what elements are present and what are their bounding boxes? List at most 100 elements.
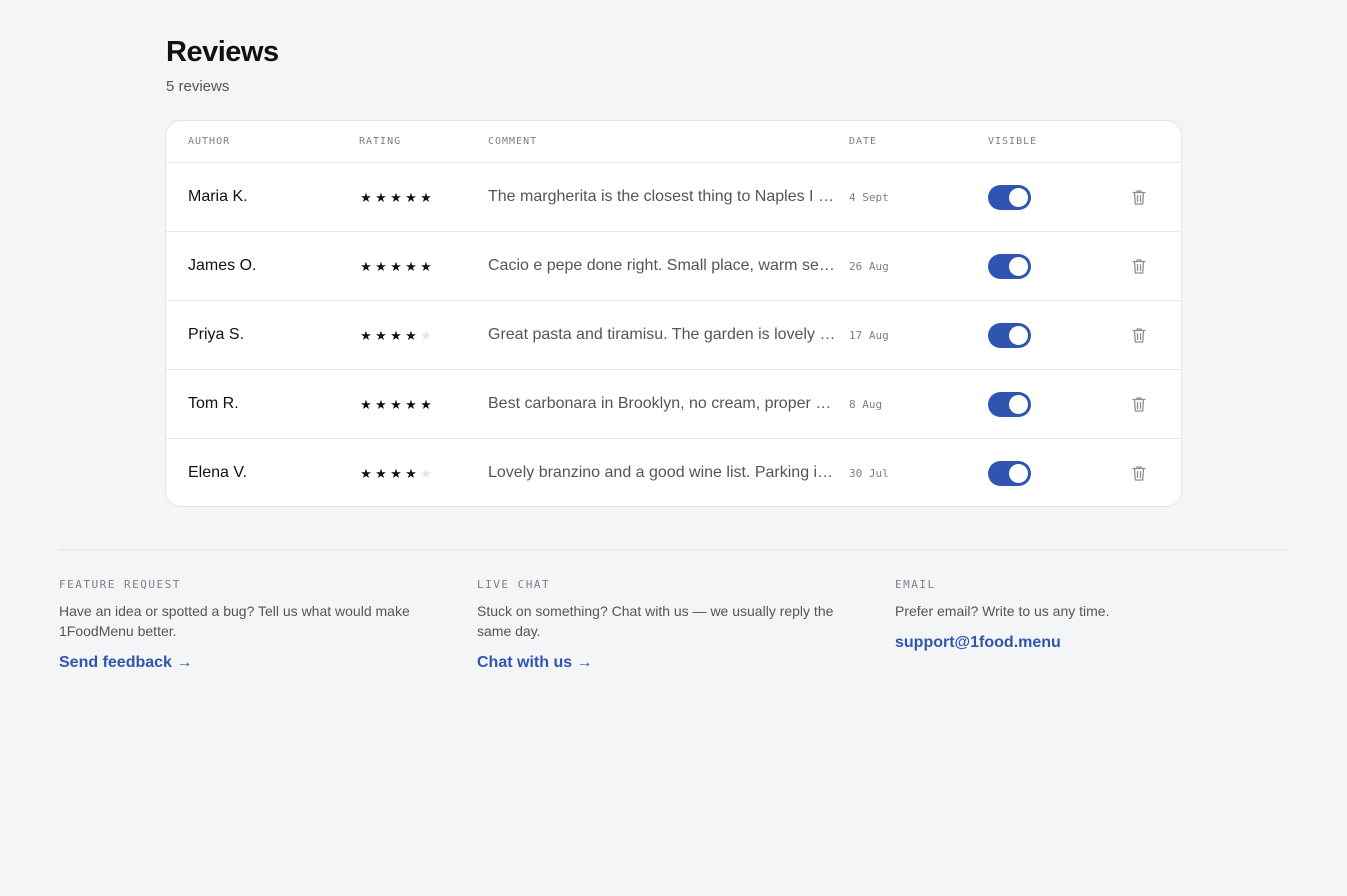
review-comment: Lovely branzino and a good wine list. Pa… bbox=[488, 439, 836, 506]
review-comment: Cacio e pepe done right. Small place, wa… bbox=[488, 232, 836, 300]
visibility-toggle[interactable] bbox=[988, 460, 1031, 486]
review-count: 5 reviews bbox=[166, 78, 230, 95]
review-author: Priya S. bbox=[188, 326, 245, 343]
visibility-toggle[interactable] bbox=[988, 253, 1031, 279]
star-icon: ★ bbox=[390, 258, 402, 274]
review-comment: Best carbonara in Brooklyn, no cream, pr… bbox=[488, 370, 836, 438]
support-email-link[interactable]: support@1food.menu bbox=[895, 634, 1061, 652]
review-comment-text: Best carbonara in Brooklyn, no cream, pr… bbox=[488, 395, 836, 412]
page-header: Reviews 5 reviews bbox=[166, 34, 279, 95]
star-icon: ★ bbox=[375, 189, 387, 205]
star-rating: ★ ★ ★ ★ ★ bbox=[359, 163, 433, 231]
column-author: AUTHOR bbox=[188, 136, 231, 147]
column-date: DATE bbox=[849, 136, 878, 147]
review-comment-text: The margherita is the closest thing to N… bbox=[488, 188, 834, 205]
page-title: Reviews bbox=[166, 36, 279, 68]
reviews-table: AUTHOR RATING COMMENT DATE VISIBLE Maria… bbox=[165, 120, 1182, 507]
star-icon: ★ bbox=[360, 396, 372, 412]
star-icon: ★ bbox=[360, 189, 372, 205]
live-chat-description: Stuck on something? Chat with us — we us… bbox=[477, 603, 834, 639]
column-visible: VISIBLE bbox=[988, 136, 1038, 147]
toggle-knob bbox=[1009, 394, 1028, 414]
review-date: 17 Aug bbox=[849, 328, 889, 342]
column-rating: RATING bbox=[359, 136, 402, 147]
toggle-knob bbox=[1009, 256, 1028, 276]
table-row: Elena V. ★ ★ ★ ★ ★ Lovely branzino and a good … bbox=[166, 439, 1181, 506]
visibility-toggle-cell bbox=[988, 163, 1031, 231]
star-icon: ★ bbox=[420, 396, 432, 412]
review-author: Elena V. bbox=[188, 464, 248, 481]
star-icon: ★ bbox=[375, 396, 387, 412]
visibility-toggle-cell bbox=[988, 232, 1031, 300]
review-date: 30 Jul bbox=[849, 466, 889, 480]
delete-button[interactable] bbox=[1131, 163, 1147, 231]
email-description: Prefer email? Write to us any time. bbox=[895, 603, 1110, 619]
table-row: Maria K. ★ ★ ★ ★ ★ The margherita is the close… bbox=[166, 163, 1181, 232]
toggle-knob bbox=[1009, 187, 1028, 207]
star-icon: ★ bbox=[390, 465, 402, 481]
review-date: 4 Sept bbox=[849, 190, 889, 204]
star-icon: ★ bbox=[360, 465, 372, 481]
delete-button[interactable] bbox=[1131, 301, 1147, 369]
review-comment: Great pasta and tiramisu. The garden is … bbox=[488, 301, 836, 369]
star-icon: ★ bbox=[360, 327, 372, 343]
live-chat-section: LIVE CHAT Stuck on something? Chat with … bbox=[477, 578, 857, 672]
delete-button[interactable] bbox=[1131, 232, 1147, 300]
send-feedback-link[interactable]: Send feedback → bbox=[59, 654, 192, 672]
review-comment-text: Lovely branzino and a good wine list. Pa… bbox=[488, 464, 836, 481]
trash-icon bbox=[1132, 189, 1146, 205]
visibility-toggle[interactable] bbox=[988, 184, 1031, 210]
visibility-toggle-cell bbox=[988, 370, 1031, 438]
visibility-toggle[interactable] bbox=[988, 322, 1031, 348]
review-comment-text: Great pasta and tiramisu. The garden is … bbox=[488, 326, 836, 343]
visibility-toggle-cell bbox=[988, 439, 1031, 506]
star-icon: ★ bbox=[390, 189, 402, 205]
feature-request-label: FEATURE REQUEST bbox=[59, 578, 181, 591]
star-icon: ★ bbox=[405, 396, 417, 412]
column-comment: COMMENT bbox=[488, 136, 538, 147]
chat-with-us-link[interactable]: Chat with us → bbox=[477, 654, 593, 672]
star-icon: ★ bbox=[420, 258, 432, 274]
star-icon: ★ bbox=[375, 258, 387, 274]
star-icon: ★ bbox=[420, 327, 432, 343]
visibility-toggle-cell bbox=[988, 301, 1031, 369]
table-header: AUTHOR RATING COMMENT DATE VISIBLE bbox=[166, 121, 1181, 163]
toggle-knob bbox=[1009, 325, 1028, 345]
review-author: Tom R. bbox=[188, 395, 239, 412]
table-row: Priya S. ★ ★ ★ ★ ★ Great pasta and tiramisu. T… bbox=[166, 301, 1181, 370]
star-icon: ★ bbox=[390, 396, 402, 412]
star-icon: ★ bbox=[375, 327, 387, 343]
review-date: 26 Aug bbox=[849, 259, 889, 273]
star-rating: ★ ★ ★ ★ ★ bbox=[359, 232, 433, 300]
email-section: EMAIL Prefer email? Write to us any time… bbox=[895, 578, 1275, 652]
trash-icon bbox=[1132, 327, 1146, 343]
star-rating: ★ ★ ★ ★ ★ bbox=[359, 370, 433, 438]
star-rating: ★ ★ ★ ★ ★ bbox=[359, 301, 433, 369]
star-icon: ★ bbox=[375, 465, 387, 481]
trash-icon bbox=[1132, 258, 1146, 274]
star-rating: ★ ★ ★ ★ ★ bbox=[359, 439, 433, 506]
table-row: James O. ★ ★ ★ ★ ★ Cacio e pepe done right. Sm… bbox=[166, 232, 1181, 301]
trash-icon bbox=[1132, 465, 1146, 481]
star-icon: ★ bbox=[405, 465, 417, 481]
delete-button[interactable] bbox=[1131, 370, 1147, 438]
review-author: Maria K. bbox=[188, 188, 248, 205]
star-icon: ★ bbox=[405, 189, 417, 205]
trash-icon bbox=[1132, 396, 1146, 412]
review-author: James O. bbox=[188, 257, 257, 274]
review-date: 8 Aug bbox=[849, 397, 883, 411]
visibility-toggle[interactable] bbox=[988, 391, 1031, 417]
live-chat-label: LIVE CHAT bbox=[477, 578, 551, 591]
star-icon: ★ bbox=[420, 465, 432, 481]
feature-request-section: FEATURE REQUEST Have an idea or spotted … bbox=[59, 578, 439, 672]
toggle-knob bbox=[1009, 463, 1028, 483]
delete-button[interactable] bbox=[1131, 439, 1147, 506]
feature-request-description: Have an idea or spotted a bug? Tell us w… bbox=[59, 603, 410, 639]
review-comment: The margherita is the closest thing to N… bbox=[488, 163, 836, 231]
email-label: EMAIL bbox=[895, 578, 936, 591]
table-row: Tom R. ★ ★ ★ ★ ★ Best carbonara in Brooklyn, n… bbox=[166, 370, 1181, 439]
review-comment-text: Cacio e pepe done right. Small place, wa… bbox=[488, 257, 836, 274]
star-icon: ★ bbox=[405, 258, 417, 274]
star-icon: ★ bbox=[390, 327, 402, 343]
divider bbox=[59, 549, 1288, 550]
